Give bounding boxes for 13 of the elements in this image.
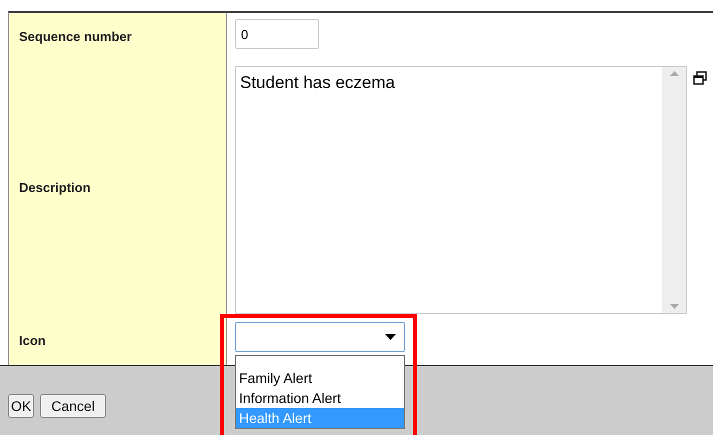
ok-button[interactable]: OK [8,394,34,418]
expand-window-icon[interactable] [693,71,707,85]
sequence-number-field[interactable]: 0 [235,19,319,49]
caret-icon [385,334,396,340]
cancel-button[interactable]: Cancel [40,394,106,418]
description-field[interactable]: Student has eczema [235,66,687,314]
scroll-down-icon[interactable] [670,304,678,309]
scroll-up-icon[interactable] [670,71,678,76]
field-label: Icon [19,332,46,350]
icon-dropdown[interactable] [235,322,405,352]
field-label: Sequence number [19,28,132,46]
scrollbar[interactable] [662,67,686,313]
field-label: Description [19,179,91,198]
